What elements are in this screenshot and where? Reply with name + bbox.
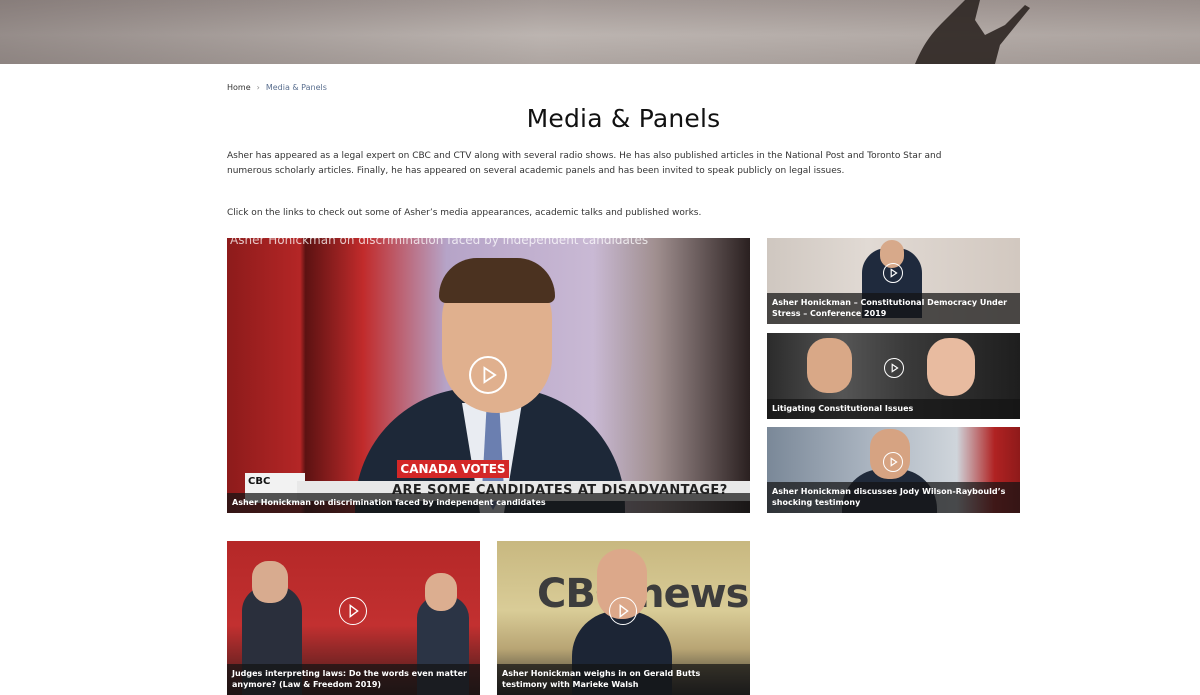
cta-paragraph: Click on the links to check out some of … xyxy=(227,208,702,218)
play-icon[interactable] xyxy=(883,263,903,283)
video-card[interactable]: Litigating Constitutional Issues xyxy=(767,333,1020,419)
hero-banner xyxy=(0,0,1200,64)
breadcrumb: Home › Media & Panels xyxy=(227,83,327,92)
video-card[interactable]: CBC news Asher Honickman weighs in on Ge… xyxy=(497,541,750,695)
video-card[interactable]: Judges interpreting laws: Do the words e… xyxy=(227,541,480,695)
chevron-right-icon: › xyxy=(256,83,260,92)
video-caption: Judges interpreting laws: Do the words e… xyxy=(227,664,480,695)
breadcrumb-home-link[interactable]: Home xyxy=(227,83,251,92)
play-icon[interactable] xyxy=(884,358,904,378)
intro-paragraph: Asher has appeared as a legal expert on … xyxy=(227,151,942,176)
video-card[interactable]: Asher Honickman – Constitutional Democra… xyxy=(767,238,1020,324)
statue-image xyxy=(915,0,1030,64)
play-icon[interactable] xyxy=(883,452,903,472)
video-caption: Asher Honickman discusses Jody Wilson-Ra… xyxy=(767,482,1020,513)
lower-third-label: CANADA VOTES xyxy=(397,460,509,478)
video-card[interactable]: Asher Honickman discusses Jody Wilson-Ra… xyxy=(767,427,1020,513)
page-title: Media & Panels xyxy=(526,104,721,133)
video-caption: Asher Honickman – Constitutional Democra… xyxy=(767,293,1020,324)
play-icon[interactable] xyxy=(609,597,637,625)
video-caption: Litigating Constitutional Issues xyxy=(767,399,1020,419)
video-overlay-title: Asher Honickman on discrimination faced … xyxy=(230,238,649,247)
video-caption: Asher Honickman on discrimination faced … xyxy=(227,493,750,513)
play-icon[interactable] xyxy=(339,597,367,625)
video-caption: Asher Honickman weighs in on Gerald Butt… xyxy=(497,664,750,695)
video-card-featured[interactable]: CBC CANADA VOTES ARE SOME CANDIDATES AT … xyxy=(227,238,750,513)
play-icon[interactable] xyxy=(469,356,507,394)
breadcrumb-current: Media & Panels xyxy=(265,83,327,92)
